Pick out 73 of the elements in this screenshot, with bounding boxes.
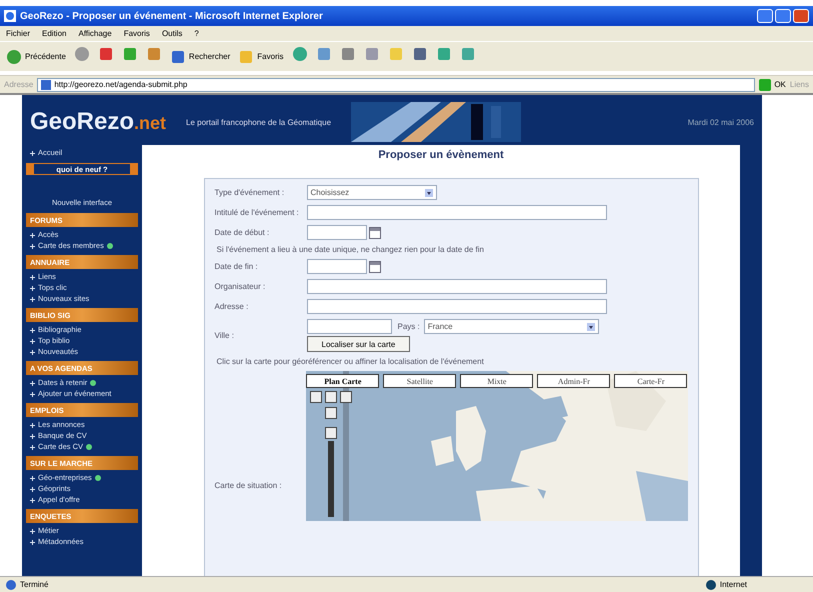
type-select[interactable]: Choisissez xyxy=(306,185,436,200)
bullet-icon xyxy=(30,350,35,354)
toolbar-button[interactable]: Rechercher xyxy=(170,48,230,64)
locate-button[interactable]: Localiser sur la carte xyxy=(306,336,410,352)
status-text: Terminé xyxy=(20,580,48,589)
input-field[interactable] xyxy=(306,299,606,314)
bullet-icon xyxy=(30,296,35,302)
date-field[interactable] xyxy=(306,225,366,240)
calendar-icon[interactable] xyxy=(368,260,380,272)
map-type-button[interactable]: Mixte xyxy=(460,374,534,388)
bullet-icon xyxy=(30,444,35,450)
date-label: Mardi 02 mai 2006 xyxy=(688,118,754,126)
field-label: Date de fin : xyxy=(214,262,259,271)
bullet-icon xyxy=(30,150,35,156)
field-label: Date de début : xyxy=(214,228,270,237)
field-label: Organisateur : xyxy=(214,282,266,291)
field-label: Intitulé de l'événement : xyxy=(214,208,300,217)
address-label: Adresse xyxy=(4,80,34,89)
page-title: Proposer un évènement xyxy=(378,149,504,161)
map-type-button[interactable]: Carte-Fr xyxy=(614,374,688,388)
dropdown-icon[interactable] xyxy=(424,188,432,196)
toolbar-button[interactable]: Favoris xyxy=(238,48,284,64)
field-label: Adresse : xyxy=(214,302,250,311)
bullet-icon xyxy=(30,232,35,238)
field-label: Ville : xyxy=(214,331,235,340)
bullet-icon xyxy=(30,486,35,492)
close-button[interactable] xyxy=(793,9,809,23)
input-field[interactable] xyxy=(306,205,606,220)
bullet-icon xyxy=(30,392,35,396)
menu-item[interactable]: Affichage xyxy=(78,29,112,38)
tagline: Le portail francophone de la Géomatique xyxy=(186,118,332,126)
bullet-icon xyxy=(30,476,35,480)
bullet-icon xyxy=(30,422,35,428)
calendar-icon[interactable] xyxy=(368,226,380,238)
hint-text: Si l'événement a lieu à une date unique, ne changez rien pour la date de fin xyxy=(216,245,485,254)
map-type-button[interactable]: Satellite xyxy=(383,374,456,388)
window-title: GeoRezo - Proposer un événement - Microsoft Internet Explorer xyxy=(20,10,323,22)
minimize-button[interactable] xyxy=(757,9,773,23)
bullet-icon xyxy=(30,274,35,280)
pan-control-icon[interactable] xyxy=(310,391,352,403)
bullet-icon xyxy=(30,328,35,332)
zoom-slider-icon[interactable] xyxy=(325,407,338,517)
map-type-button[interactable]: Plan Carte xyxy=(306,374,380,388)
bullet-icon xyxy=(30,286,35,290)
menu-item[interactable]: Favoris xyxy=(124,29,150,38)
dropdown-icon[interactable] xyxy=(586,322,595,330)
menu-item[interactable]: Edition xyxy=(42,29,66,38)
country-select[interactable]: France xyxy=(424,319,599,334)
site-logo[interactable]: GeoRezo.net xyxy=(30,108,166,136)
field-label: Type d'événement : xyxy=(214,188,286,197)
bullet-icon xyxy=(30,338,35,344)
bullet-icon xyxy=(30,244,35,248)
field-label: Carte de situation : xyxy=(214,481,283,490)
city-field[interactable] xyxy=(306,319,392,334)
menu-item[interactable]: Fichier xyxy=(6,29,30,38)
bullet-icon xyxy=(30,380,35,386)
toolbar-button[interactable]: Précédente xyxy=(6,48,66,64)
bullet-icon xyxy=(30,528,35,534)
menu-item[interactable]: Outils xyxy=(162,29,182,38)
menu-item[interactable]: ? xyxy=(194,29,199,38)
zone-text: Internet xyxy=(720,580,747,589)
maximize-button[interactable] xyxy=(775,9,791,23)
field-label: Pays : xyxy=(398,322,420,331)
hint-text: Clic sur la carte pour géoréférencer ou affiner la localisation de l'événement xyxy=(216,357,485,366)
bullet-icon xyxy=(30,434,35,438)
address-field[interactable]: http://georezo.net/agenda-submit.php xyxy=(37,78,756,92)
date-field[interactable] xyxy=(306,259,366,274)
bullet-icon xyxy=(30,540,35,544)
browser-icon xyxy=(4,10,16,22)
bullet-icon xyxy=(30,498,35,502)
go-button[interactable]: OK xyxy=(759,78,786,90)
input-field[interactable] xyxy=(306,279,606,294)
map-type-button[interactable]: Admin-Fr xyxy=(537,374,610,388)
